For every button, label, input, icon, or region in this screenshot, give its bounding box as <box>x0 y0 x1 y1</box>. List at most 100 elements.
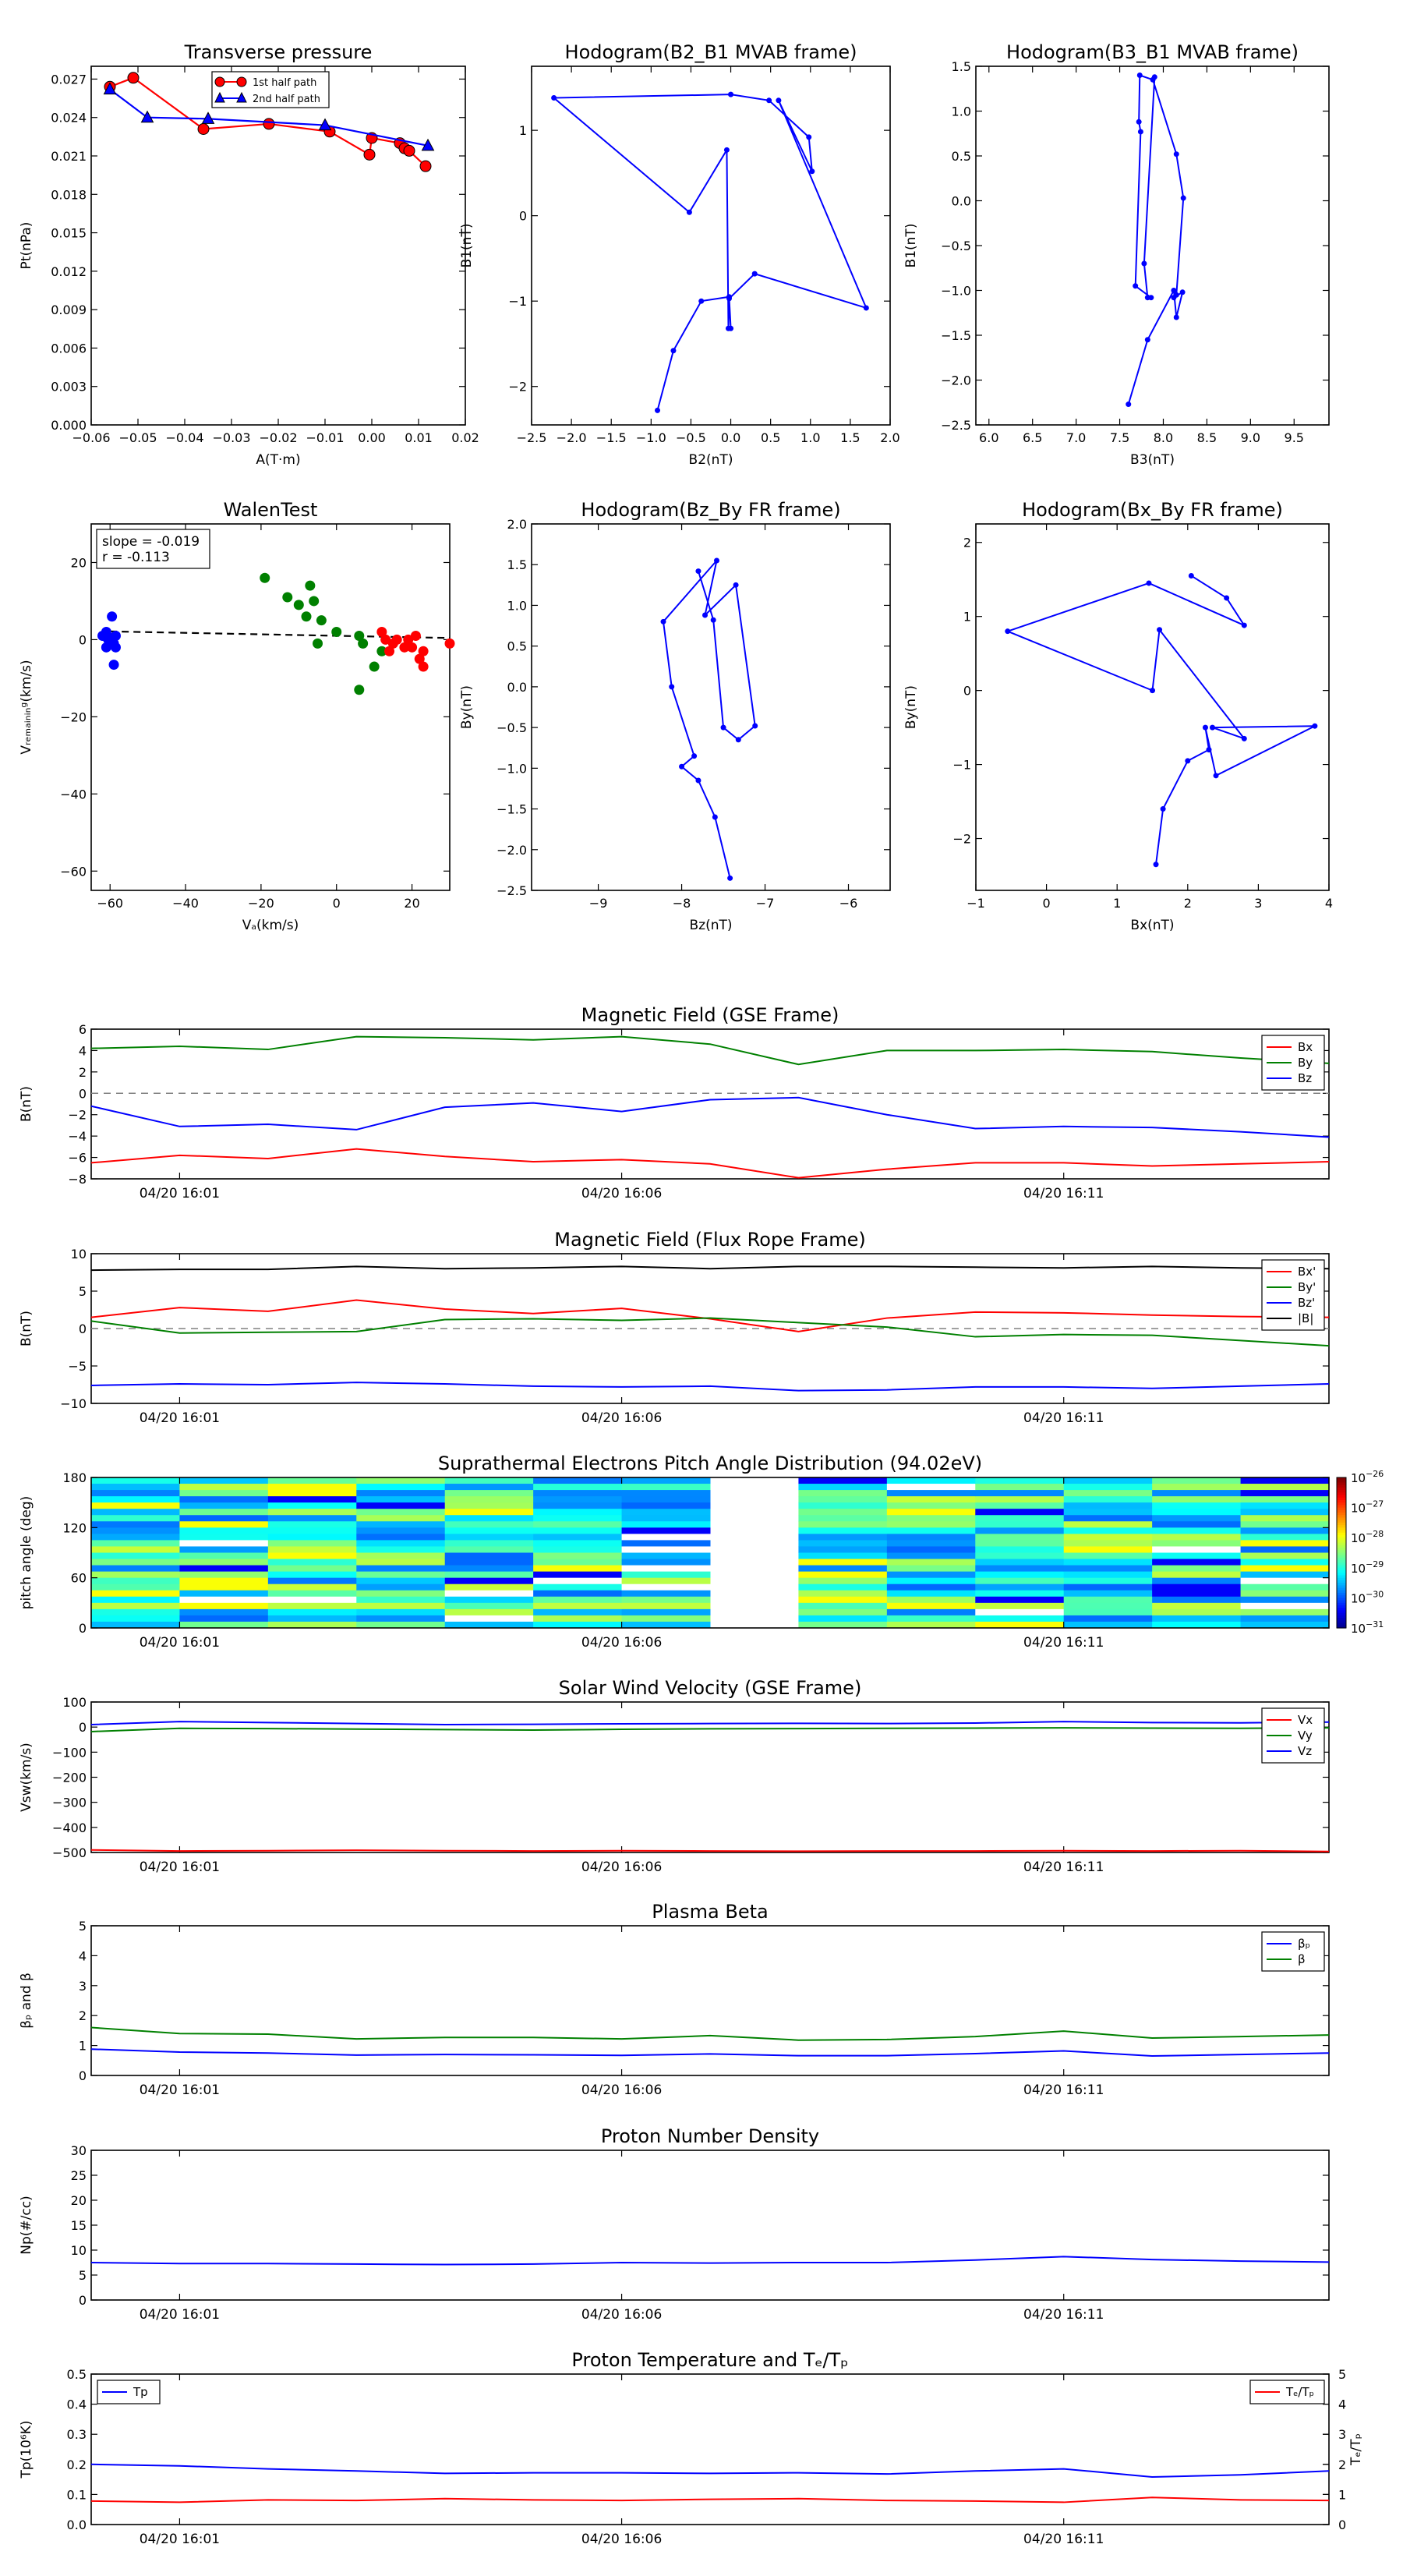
data-point <box>376 627 387 638</box>
heatmap-cell <box>886 1552 976 1560</box>
heatmap-cell <box>1240 1534 1330 1541</box>
heatmap-cell <box>1063 1477 1153 1484</box>
heatmap-cell <box>356 1615 446 1622</box>
y-tick-label: −2 <box>952 832 971 847</box>
annotation-text: r = -0.113 <box>102 550 170 565</box>
heatmap-cell <box>975 1590 1065 1598</box>
colorbar-tick-label: 10−31 <box>1351 1619 1384 1636</box>
heatmap-cell <box>621 1515 711 1522</box>
heatmap-cell <box>91 1540 180 1547</box>
y-axis-label: βₚ and β <box>19 1973 34 2029</box>
heatmap-cell <box>91 1571 180 1579</box>
x-tick-label: 0 <box>333 896 341 911</box>
data-point <box>410 630 421 641</box>
heatmap-cell <box>798 1496 888 1503</box>
x-tick-label: −40 <box>172 896 199 911</box>
x-tick-label: 0.00 <box>358 430 386 445</box>
chart-timeseries: Proton Temperature and Tₑ/Tₚ Tp(10⁶K) 04/2… <box>19 2349 1364 2547</box>
plot-frame <box>531 523 891 891</box>
x-tick-label: 1.5 <box>840 430 860 445</box>
heatmap-cell <box>798 1577 888 1585</box>
x-tick-label: −0.02 <box>259 430 297 445</box>
heatmap-cell <box>533 1521 623 1528</box>
heatmap-cell <box>444 1571 534 1579</box>
y-tick-label: −1.0 <box>941 284 971 299</box>
y-tick-label: −2.5 <box>941 418 971 433</box>
series-line <box>90 1265 1330 1272</box>
heatmap-cell <box>1063 1552 1153 1560</box>
heatmap-cell <box>267 1615 357 1622</box>
heatmap-cell <box>1063 1509 1153 1516</box>
x-tick-label: 6.0 <box>979 430 998 445</box>
x-tick-label: −7 <box>756 896 775 911</box>
data-point <box>695 777 702 784</box>
x-axis-label: Bx(nT) <box>1130 918 1174 933</box>
x-tick-label: −0.5 <box>676 430 706 445</box>
heatmap-cell <box>356 1515 446 1522</box>
heatmap-cell <box>1240 1515 1330 1522</box>
data-point <box>1136 73 1143 78</box>
heatmap-cell <box>91 1577 180 1585</box>
heatmap-cell <box>1240 1577 1330 1585</box>
legend-label: 1st half path <box>253 77 316 89</box>
legend-label: Bz <box>1298 1071 1312 1085</box>
x-tick-label: 9.5 <box>1285 430 1304 445</box>
chart-title: Magnetic Field (Flux Rope Frame) <box>554 1229 865 1251</box>
series-line <box>90 1849 1330 1852</box>
chart-hodogram: Hodogram(B2_B1 MVAB frame) B2(nT) B1(nT) −2… <box>459 41 900 468</box>
heatmap-cell <box>621 1509 711 1516</box>
y-tick-label: 120 <box>62 1520 87 1535</box>
heatmap-cell <box>267 1477 357 1484</box>
heatmap-cell <box>798 1559 888 1566</box>
heatmap-cell <box>533 1571 623 1579</box>
heatmap-cell <box>91 1502 180 1509</box>
x-tick-label: 0.0 <box>721 430 740 445</box>
y-tick-label: 0 <box>519 209 527 224</box>
heatmap-cell <box>267 1490 357 1497</box>
heatmap-cell <box>533 1559 623 1566</box>
data-point <box>263 118 275 130</box>
heatmap-cell <box>621 1534 711 1541</box>
heatmap-cell <box>267 1559 357 1566</box>
data-point <box>863 305 869 311</box>
data-point <box>1141 260 1147 267</box>
heatmap-cell <box>975 1509 1065 1516</box>
heatmap-cell <box>91 1583 180 1591</box>
heatmap-cell <box>179 1615 269 1622</box>
data-point <box>551 95 557 101</box>
y-tick-label: −1.5 <box>941 328 971 343</box>
x-tick-label: 04/20 16:01 <box>140 1186 220 1201</box>
heatmap-cell <box>1152 1502 1242 1509</box>
heatmap-cell <box>267 1509 357 1516</box>
heatmap-cell <box>444 1509 534 1516</box>
data-point <box>679 763 685 770</box>
heatmap-cell <box>533 1590 623 1598</box>
y-tick-label: 0.024 <box>51 111 87 126</box>
legend-label: Vy <box>1298 1729 1313 1743</box>
x-tick-label: 0.02 <box>451 430 479 445</box>
heatmap-cell <box>1152 1577 1242 1585</box>
heatmap-cell <box>179 1596 269 1604</box>
data-point <box>444 638 455 649</box>
data-point <box>419 160 432 172</box>
y-tick-label: 4 <box>1338 2397 1346 2412</box>
y-axis-label: B1(nT) <box>903 224 919 268</box>
y-tick-label: −1.5 <box>497 802 527 817</box>
y-axis-label: By(nT) <box>903 685 919 729</box>
y-tick-label: −4 <box>68 1129 87 1144</box>
heatmap-cell <box>1240 1583 1330 1591</box>
heatmap-cell <box>267 1565 357 1573</box>
heatmap-cell <box>91 1546 180 1553</box>
x-tick-label: −2.0 <box>557 430 587 445</box>
heatmap-cell <box>91 1608 180 1616</box>
chart-title: Suprathermal Electrons Pitch Angle Distr… <box>438 1453 982 1474</box>
heatmap-cell <box>975 1552 1065 1560</box>
series-line <box>90 1035 1330 1066</box>
heatmap-cell <box>356 1521 446 1528</box>
heatmap-cell <box>179 1552 269 1560</box>
data-point <box>107 611 118 622</box>
heatmap-cell <box>179 1546 269 1553</box>
heatmap-cell <box>444 1521 534 1528</box>
y-tick-label: 0.3 <box>67 2427 87 2442</box>
data-point <box>363 148 376 161</box>
